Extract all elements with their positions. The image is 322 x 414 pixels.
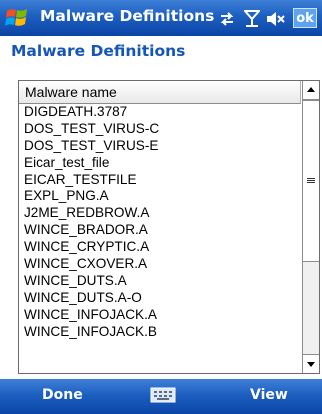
- list-item[interactable]: EICAR_TESTFILE: [19, 172, 301, 189]
- view-button[interactable]: View: [250, 387, 288, 403]
- list-item[interactable]: WINCE_CXOVER.A: [19, 256, 301, 273]
- column-header-malware-name[interactable]: Malware name: [19, 81, 301, 104]
- menu-bar: Done View: [0, 379, 322, 414]
- thumb-grip-line: [307, 180, 315, 181]
- list-item[interactable]: WINCE_INFOJACK.B: [19, 324, 301, 341]
- thumb-grip-line: [307, 182, 315, 183]
- list-item[interactable]: WINCE_DUTS.A: [19, 273, 301, 290]
- page-title: Malware Definitions: [11, 42, 186, 60]
- scroll-up-button[interactable]: [303, 81, 319, 100]
- list-item[interactable]: WINCE_INFOJACK.A: [19, 307, 301, 324]
- list-item[interactable]: WINCE_DUTS.A-O: [19, 290, 301, 307]
- column-header-label: Malware name: [25, 84, 117, 100]
- list-item[interactable]: EXPL_PNG.A: [19, 188, 301, 205]
- scroll-up-arrow-icon: [307, 87, 315, 92]
- connectivity-arrows-icon[interactable]: [218, 9, 236, 29]
- done-button[interactable]: Done: [42, 387, 83, 403]
- title-bar: Malware Definitions ok: [0, 0, 322, 36]
- scroll-down-arrow-icon: [307, 362, 315, 367]
- malware-list[interactable]: Malware name DIGDEATH.3787 DOS_TEST_VIRU…: [18, 80, 320, 374]
- list-rows: DIGDEATH.3787 DOS_TEST_VIRUS-C DOS_TEST_…: [19, 104, 301, 340]
- ok-button[interactable]: ok: [293, 8, 317, 28]
- list-item[interactable]: DOS_TEST_VIRUS-E: [19, 138, 301, 155]
- list-item[interactable]: WINCE_BRADOR.A: [19, 222, 301, 239]
- list-item[interactable]: Eicar_test_file: [19, 155, 301, 172]
- scrollbar-thumb[interactable]: [303, 100, 319, 262]
- windows-flag-icon[interactable]: [5, 6, 31, 30]
- app-title: Malware Definitions: [40, 7, 215, 25]
- list-item[interactable]: DOS_TEST_VIRUS-C: [19, 121, 301, 138]
- thumb-grip-line: [307, 178, 315, 179]
- list-item[interactable]: J2ME_REDBROW.A: [19, 205, 301, 222]
- list-item[interactable]: WINCE_CRYPTIC.A: [19, 239, 301, 256]
- vertical-scrollbar[interactable]: [302, 81, 319, 373]
- list-item[interactable]: DIGDEATH.3787: [19, 104, 301, 121]
- scroll-down-button[interactable]: [303, 354, 319, 373]
- keyboard-icon[interactable]: [150, 385, 176, 405]
- speaker-muted-icon[interactable]: [265, 9, 285, 29]
- signal-antenna-icon[interactable]: [244, 9, 260, 29]
